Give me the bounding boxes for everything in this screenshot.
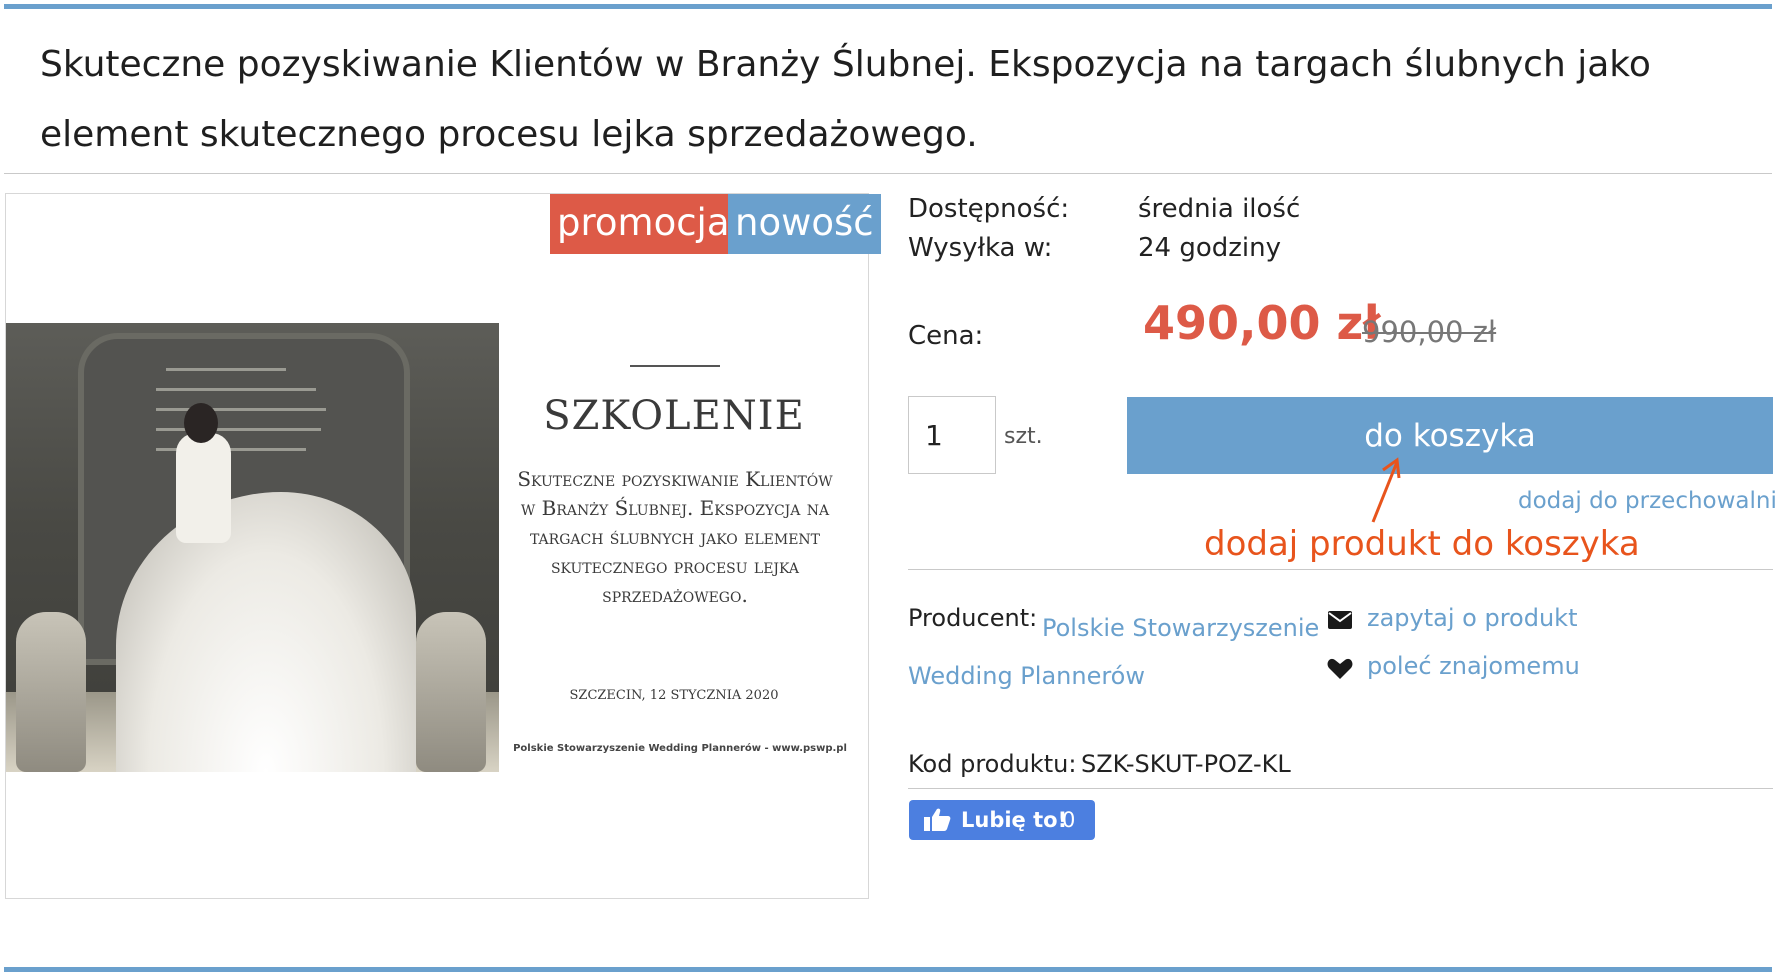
ask-about-product-label: zapytaj o produkt [1367, 604, 1578, 632]
title-divider [4, 173, 1772, 174]
like-label: Lubię to! [961, 808, 1068, 832]
recommend-label: poleć znajomemu [1367, 652, 1580, 680]
heart-icon [1327, 658, 1353, 679]
promo-badge: promocja [550, 194, 737, 254]
bride-bodice [176, 433, 231, 543]
quantity-unit: szt. [1004, 424, 1043, 449]
facebook-like-button[interactable]: Lubię to! 0 [909, 800, 1095, 840]
training-flyer: SZKOLENIE Skuteczne pozyskiwanie Klientó… [500, 323, 868, 772]
bottom-accent-bar [4, 967, 1772, 972]
thumbs-up-icon [924, 808, 951, 831]
annotation-arrow-icon [1371, 457, 1401, 523]
availability-label: Dostępność: [908, 194, 1070, 224]
price-label: Cena: [908, 321, 984, 351]
current-price: 490,00 zł [1143, 296, 1381, 350]
shipping-label: Wysyłka w: [908, 233, 1053, 263]
bride-photo [6, 323, 499, 772]
cart-annotation: dodaj produkt do koszyka [1204, 524, 1640, 564]
wall-script-line [156, 408, 326, 411]
wall-script-line [156, 388, 316, 391]
add-to-wishlist-link[interactable]: dodaj do przechowalni [1518, 488, 1777, 514]
product-image-panel[interactable]: promocja nowość SZKOLENIE Skuteczne pozy… [5, 193, 881, 899]
flyer-footer: Polskie Stowarzyszenie Wedding Plannerów… [513, 743, 847, 754]
product-code-label: Kod produktu: [908, 750, 1077, 778]
product-title: Skuteczne pozyskiwanie Klientów w Branży… [40, 44, 1651, 155]
urn-right [416, 612, 486, 772]
add-to-cart-button[interactable]: do koszyka [1127, 397, 1773, 474]
envelope-icon [1328, 611, 1352, 629]
quantity-input[interactable] [908, 396, 996, 474]
new-badge: nowość [728, 194, 881, 254]
wall-script-line [166, 368, 286, 371]
flyer-place-date: SZCZECIN, 12 STYCZNIA 2020 [569, 688, 779, 703]
old-price: 990,00 zł [1362, 315, 1497, 349]
producer-link[interactable]: Polskie Stowarzyszenie Wedding Plannerów [908, 604, 1348, 700]
code-divider [908, 788, 1773, 789]
urn-left [16, 612, 86, 772]
details-divider [908, 569, 1773, 570]
flyer-body: Skuteczne pozyskiwanie Klientów w Branży… [517, 467, 833, 607]
shipping-value: 24 godziny [1138, 233, 1281, 263]
wall-script-line [156, 428, 321, 431]
availability-value: średnia ilość [1138, 194, 1301, 224]
flyer-heading: SZKOLENIE [543, 393, 805, 439]
flyer-rule [630, 365, 720, 367]
like-count: 0 [1062, 808, 1076, 832]
product-code-value: SZK-SKUT-POZ-KL [1081, 750, 1291, 778]
bride-head [184, 403, 218, 443]
top-accent-bar [4, 4, 1772, 9]
